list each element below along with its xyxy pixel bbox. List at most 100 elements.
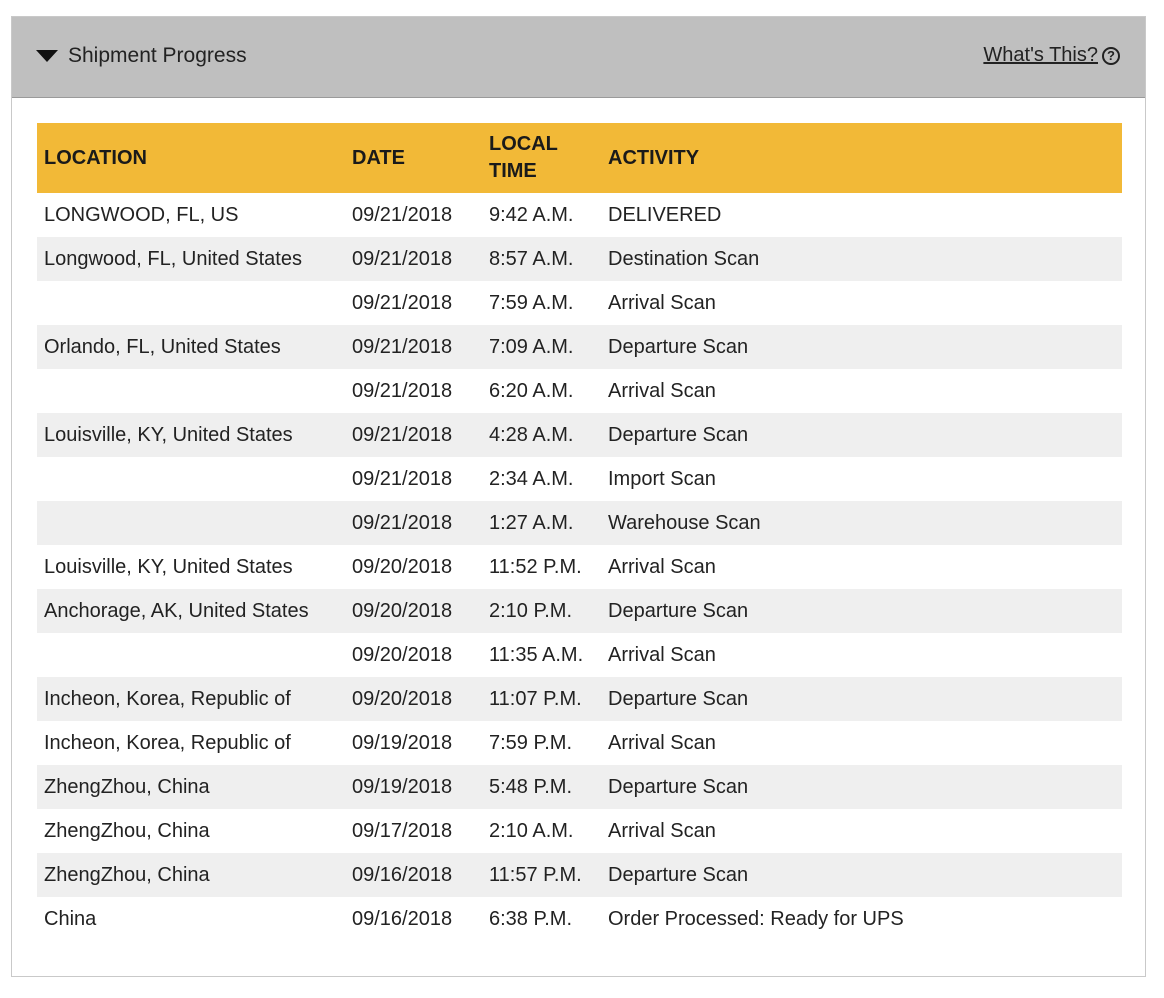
table-row: LONGWOOD, FL, US 09/21/2018 9:42 A.M. DELIV…	[37, 193, 1122, 237]
cell-local-time: 7:59 A.M.	[489, 291, 574, 314]
cell-local-time: 11:52 P.M.	[489, 555, 582, 578]
cell-location: ZhengZhou, China	[44, 819, 210, 842]
cell-activity: Departure Scan	[608, 863, 749, 886]
cell-local-time: 6:20 A.M.	[489, 379, 574, 402]
cell-date: 09/20/2018	[352, 687, 453, 710]
cell-local-time: 1:27 A.M.	[489, 511, 574, 534]
cell-date: 09/20/2018	[352, 643, 453, 666]
cell-activity: Departure Scan	[608, 775, 749, 798]
table-row: 09/21/2018 2:34 A.M. Import Scan	[37, 457, 1122, 501]
cell-activity: Departure Scan	[608, 335, 749, 358]
table-row: 09/21/2018 1:27 A.M. Warehouse Scan	[37, 501, 1122, 545]
cell-location: ZhengZhou, China	[44, 775, 210, 798]
cell-activity: Arrival Scan	[608, 555, 716, 578]
cell-activity: DELIVERED	[608, 203, 722, 226]
cell-location: Louisville, KY, United States	[44, 423, 293, 446]
cell-activity: Arrival Scan	[608, 291, 716, 314]
collapse-triangle-icon[interactable]	[36, 50, 58, 62]
cell-activity: Arrival Scan	[608, 731, 716, 754]
table-row: Incheon, Korea, Republic of 09/20/2018 11:…	[37, 677, 1122, 721]
column-header-activity: ACTIVITY	[608, 146, 700, 169]
table-row: Louisville, KY, United States 09/21/2018 4…	[37, 413, 1122, 457]
cell-activity: Destination Scan	[608, 247, 760, 270]
table-row: ZhengZhou, China 09/16/2018 11:57 P.M. Depa…	[37, 853, 1122, 897]
cell-date: 09/19/2018	[352, 775, 453, 798]
cell-date: 09/21/2018	[352, 291, 453, 314]
table-row: 09/21/2018 7:59 A.M. Arrival Scan	[37, 281, 1122, 325]
cell-activity: Arrival Scan	[608, 379, 716, 402]
cell-location: Louisville, KY, United States	[44, 555, 293, 578]
table-row: Anchorage, AK, United States 09/20/2018 2:…	[37, 589, 1122, 633]
table-body: LONGWOOD, FL, US 09/21/2018 9:42 A.M. DELIV…	[37, 193, 1122, 941]
cell-date: 09/21/2018	[352, 511, 453, 534]
cell-activity: Warehouse Scan	[608, 511, 761, 534]
table-row: 09/20/2018 11:35 A.M. Arrival Scan	[37, 633, 1122, 677]
cell-activity: Arrival Scan	[608, 643, 716, 666]
table-row: Incheon, Korea, Republic of 09/19/2018 7:5…	[37, 721, 1122, 765]
whats-this-help[interactable]: What's This? ?	[983, 44, 1120, 67]
cell-location: ZhengZhou, China	[44, 863, 210, 886]
table-row: Louisville, KY, United States 09/20/2018 1…	[37, 545, 1122, 589]
cell-location	[37, 633, 345, 677]
cell-activity: Departure Scan	[608, 687, 749, 710]
cell-date: 09/21/2018	[352, 379, 453, 402]
cell-local-time: 2:34 A.M.	[489, 467, 574, 490]
cell-date: 09/21/2018	[352, 335, 453, 358]
cell-local-time: 11:07 P.M.	[489, 687, 582, 710]
cell-date: 09/20/2018	[352, 599, 453, 622]
cell-location	[37, 369, 345, 413]
table-row: China 09/16/2018 6:38 P.M. Order Processed:…	[37, 897, 1122, 941]
cell-location	[37, 501, 345, 545]
column-header-local-time: LOCAL TIME	[482, 123, 601, 193]
cell-activity: Departure Scan	[608, 423, 749, 446]
table-row: Orlando, FL, United States 09/21/2018 7:09…	[37, 325, 1122, 369]
table-row: ZhengZhou, China 09/19/2018 5:48 P.M. Depar…	[37, 765, 1122, 809]
cell-activity: Order Processed: Ready for UPS	[608, 907, 904, 930]
cell-location: China	[44, 907, 97, 930]
cell-local-time: 7:09 A.M.	[489, 335, 574, 358]
shipment-progress-toggle[interactable]: Shipment Progress	[36, 44, 247, 68]
column-header-local-time-line1: LOCAL	[489, 133, 558, 155]
cell-local-time: 5:48 P.M.	[489, 775, 573, 798]
panel-header: Shipment Progress What's This? ?	[12, 17, 1145, 98]
cell-date: 09/17/2018	[352, 819, 453, 842]
column-header-date: DATE	[352, 146, 405, 169]
table-header-row: LOCATION DATE LOCAL TIME ACTIVITY	[37, 123, 1122, 193]
cell-location	[37, 281, 345, 325]
column-header-local-time-line2: TIME	[489, 160, 537, 182]
question-circle-icon[interactable]: ?	[1102, 46, 1120, 65]
table-row: ZhengZhou, China 09/17/2018 2:10 A.M. Arriv…	[37, 809, 1122, 853]
cell-activity: Arrival Scan	[608, 819, 716, 842]
panel-title[interactable]: Shipment Progress	[68, 44, 247, 68]
cell-date: 09/20/2018	[352, 555, 453, 578]
cell-activity: Departure Scan	[608, 599, 749, 622]
cell-date: 09/21/2018	[352, 467, 453, 490]
cell-location: Anchorage, AK, United States	[44, 599, 309, 622]
cell-date: 09/19/2018	[352, 731, 453, 754]
cell-date: 09/16/2018	[352, 907, 453, 930]
cell-activity: Import Scan	[608, 467, 716, 490]
cell-local-time: 2:10 A.M.	[489, 819, 574, 842]
cell-date: 09/21/2018	[352, 247, 453, 270]
cell-local-time: 7:59 P.M.	[489, 731, 573, 754]
cell-local-time: 9:42 A.M.	[489, 203, 574, 226]
cell-location: Incheon, Korea, Republic of	[44, 731, 291, 754]
cell-location: LONGWOOD, FL, US	[44, 203, 239, 226]
table-row: Longwood, FL, United States 09/21/2018 8:5…	[37, 237, 1122, 281]
cell-date: 09/16/2018	[352, 863, 453, 886]
cell-local-time: 6:38 P.M.	[489, 907, 573, 930]
column-header-location: LOCATION	[44, 146, 147, 169]
table-row: 09/21/2018 6:20 A.M. Arrival Scan	[37, 369, 1122, 413]
cell-local-time: 11:35 A.M.	[489, 643, 584, 666]
shipment-progress-panel: Shipment Progress What's This? ? LOCATIO…	[11, 16, 1146, 977]
cell-location: Longwood, FL, United States	[44, 247, 302, 270]
cell-location: Orlando, FL, United States	[44, 335, 281, 358]
cell-date: 09/21/2018	[352, 203, 453, 226]
cell-local-time: 2:10 P.M.	[489, 599, 573, 622]
whats-this-link[interactable]: What's This?	[983, 44, 1098, 67]
cell-local-time: 11:57 P.M.	[489, 863, 582, 886]
cell-location: Incheon, Korea, Republic of	[44, 687, 291, 710]
cell-local-time: 4:28 A.M.	[489, 423, 574, 446]
cell-location	[37, 457, 345, 501]
shipment-progress-table: LOCATION DATE LOCAL TIME ACTIVITY LONGWO…	[37, 123, 1122, 941]
